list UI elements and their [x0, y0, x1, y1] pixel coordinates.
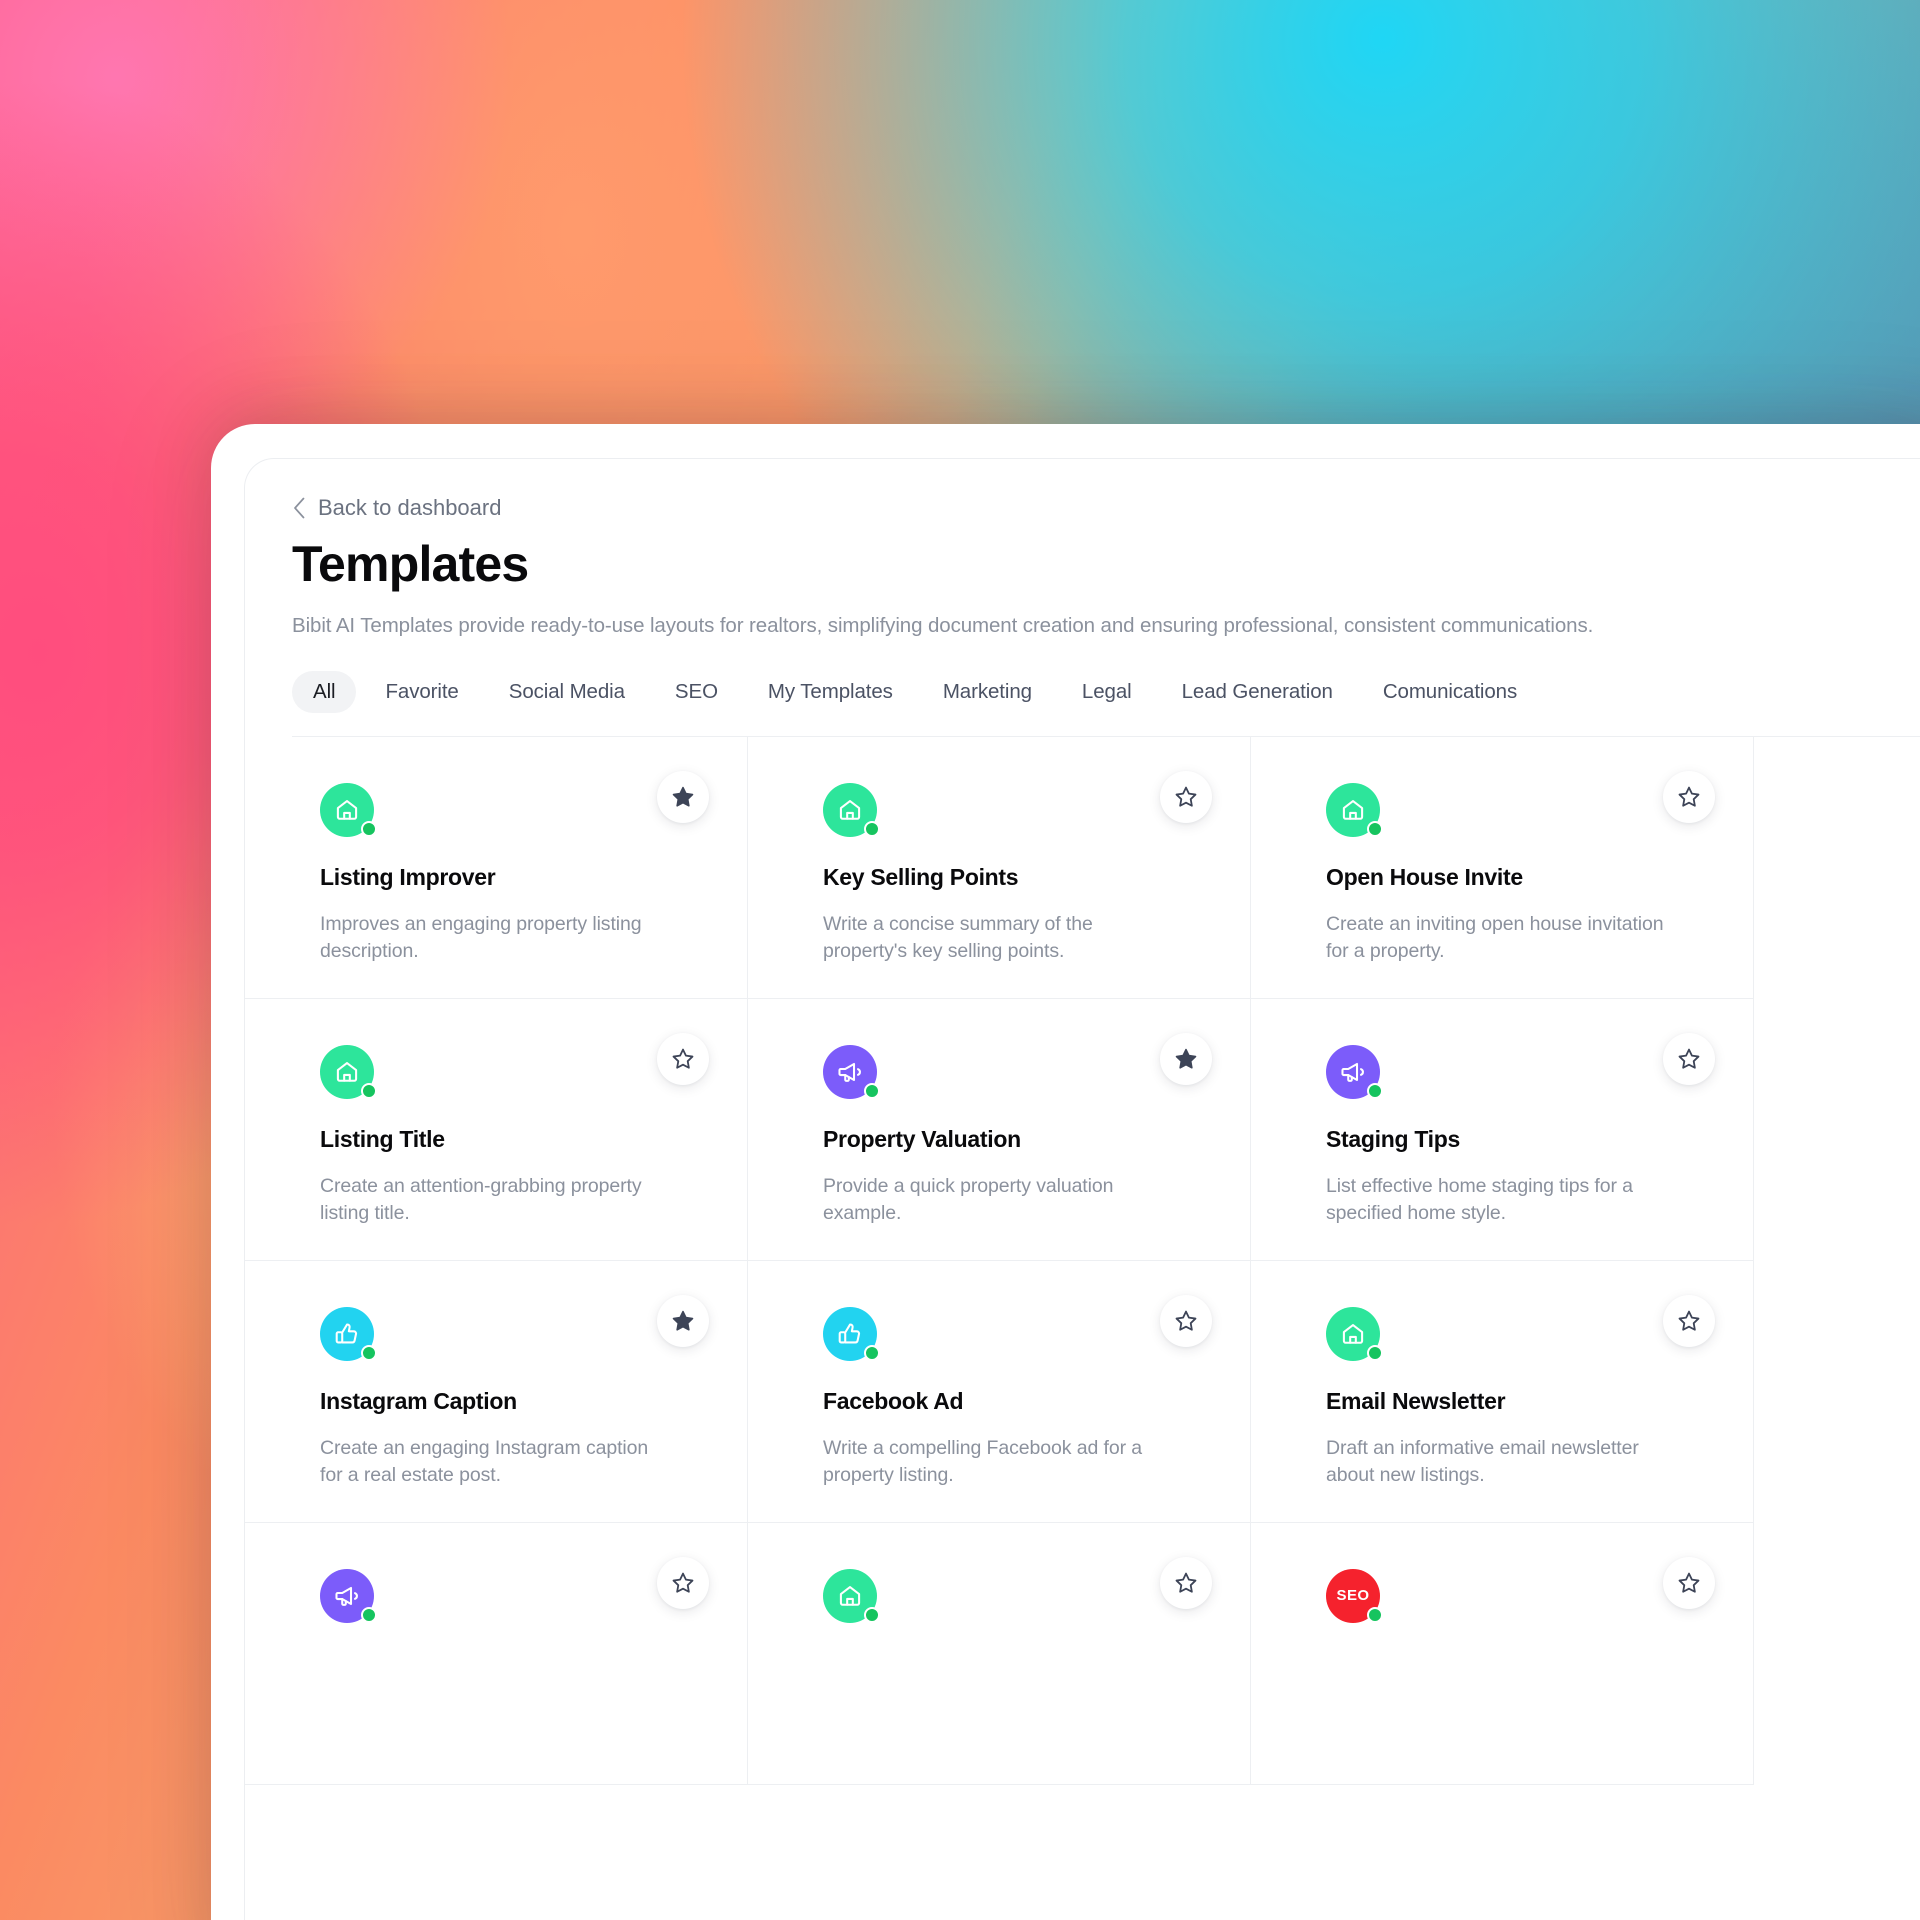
template-card[interactable]: Open House Invite Create an inviting open… [1251, 736, 1754, 999]
tab-lead-generation[interactable]: Lead Generation [1161, 671, 1354, 713]
template-title: Facebook Ad [823, 1387, 964, 1414]
tab-my-templates[interactable]: My Templates [747, 671, 914, 713]
favorite-star-outline-button[interactable] [1160, 770, 1212, 823]
template-icon-wrap [320, 782, 377, 837]
template-card[interactable]: Facebook Ad Write a compelling Facebook a… [748, 1260, 1251, 1523]
template-title: Instagram Caption [320, 1387, 517, 1414]
template-card[interactable]: Email Newsletter Draft an informative ema… [1251, 1260, 1754, 1523]
template-title: Staging Tips [1326, 1125, 1460, 1152]
template-card[interactable] [245, 1522, 748, 1785]
favorite-star-outline-button[interactable] [1160, 1556, 1212, 1609]
favorite-star-outline-button[interactable] [1160, 1294, 1212, 1347]
status-dot [1367, 1606, 1383, 1623]
template-icon-wrap [1326, 1044, 1383, 1099]
template-title: Listing Improver [320, 863, 496, 890]
template-icon-wrap [1326, 782, 1383, 837]
template-description: List effective home staging tips for a s… [1326, 1174, 1633, 1225]
status-dot [1367, 1344, 1383, 1361]
favorite-star-outline-button[interactable] [1663, 1032, 1715, 1085]
template-title: Open House Invite [1326, 863, 1523, 890]
template-icon-wrap [823, 1306, 880, 1361]
template-card[interactable]: Listing Improver Improves an engaging pro… [245, 736, 748, 999]
page-title: Templates [292, 536, 529, 592]
template-description: Write a compelling Facebook ad for a pro… [823, 1436, 1143, 1487]
template-card[interactable] [748, 1522, 1251, 1785]
template-description: Provide a quick property valuation examp… [823, 1174, 1114, 1225]
status-dot [361, 1344, 377, 1361]
template-description: Write a concise summary of the property'… [823, 912, 1093, 963]
favorite-star-outline-button[interactable] [657, 1032, 709, 1085]
favorite-star-outline-button[interactable] [657, 1556, 709, 1609]
template-title: Email Newsletter [1326, 1387, 1506, 1414]
template-icon-wrap: SEO [1326, 1568, 1383, 1623]
favorite-star-outline-button[interactable] [1663, 1294, 1715, 1347]
templates-grid: Listing Improver Improves an engaging pro… [245, 736, 1920, 1785]
template-icon-wrap [320, 1568, 377, 1623]
favorite-star-filled-button[interactable] [1160, 1032, 1212, 1085]
status-dot [361, 1606, 377, 1623]
template-description: Create an inviting open house invitation… [1326, 912, 1664, 963]
favorite-star-outline-button[interactable] [1663, 770, 1715, 823]
template-card[interactable]: Key Selling Points Write a concise summar… [748, 736, 1251, 999]
templates-panel: Back to dashboard Templates Bibit AI Tem… [244, 458, 1920, 1920]
status-dot [864, 1082, 880, 1099]
status-dot [864, 1344, 880, 1361]
tab-comunications[interactable]: Comunications [1362, 671, 1538, 713]
favorite-star-filled-button[interactable] [657, 770, 709, 823]
status-dot [1367, 1082, 1383, 1099]
tab-legal[interactable]: Legal [1061, 671, 1153, 713]
status-dot [864, 820, 880, 837]
status-dot [864, 1606, 880, 1623]
favorite-star-outline-button[interactable] [1663, 1556, 1715, 1609]
template-icon-wrap [823, 1044, 880, 1099]
template-icon-wrap [320, 1306, 377, 1361]
template-description: Create an attention-grabbing property li… [320, 1174, 642, 1225]
template-description: Create an engaging Instagram caption for… [320, 1436, 649, 1487]
template-title: Listing Title [320, 1125, 445, 1152]
back-to-dashboard-label: Back to dashboard [318, 495, 502, 520]
tab-marketing[interactable]: Marketing [922, 671, 1053, 713]
page-description: Bibit AI Templates provide ready-to-use … [292, 614, 1594, 637]
tab-social-media[interactable]: Social Media [488, 671, 646, 713]
template-card[interactable]: Listing Title Create an attention-grabbin… [245, 998, 748, 1261]
app-window: Back to dashboard Templates Bibit AI Tem… [211, 424, 1920, 1920]
template-card[interactable]: SEO [1251, 1522, 1754, 1785]
template-icon-wrap [1326, 1306, 1383, 1361]
template-icon-wrap [823, 1568, 880, 1623]
template-card[interactable]: Instagram Caption Create an engaging Inst… [245, 1260, 748, 1523]
status-dot [1367, 820, 1383, 837]
status-dot [361, 820, 377, 837]
template-icon-wrap [823, 782, 880, 837]
template-title: Key Selling Points [823, 863, 1019, 890]
template-card[interactable]: Property Valuation Provide a quick proper… [748, 998, 1251, 1261]
tab-all[interactable]: All [292, 670, 357, 713]
chevron-left-icon [292, 497, 306, 519]
template-card[interactable]: Staging Tips List effective home staging … [1251, 998, 1754, 1261]
template-description: Improves an engaging property listing de… [320, 912, 642, 963]
tab-seo[interactable]: SEO [654, 671, 739, 713]
page-header: Back to dashboard Templates Bibit AI Tem… [245, 459, 1920, 737]
template-title: Property Valuation [823, 1125, 1021, 1152]
favorite-star-filled-button[interactable] [657, 1294, 709, 1347]
template-icon-wrap [320, 1044, 377, 1099]
category-tabs: All Favorite Social Media SEO My Templates Ma… [292, 670, 1920, 737]
back-to-dashboard-link[interactable]: Back to dashboard [292, 497, 501, 519]
template-description: Draft an informative email newsletter ab… [1326, 1436, 1639, 1487]
status-dot [361, 1082, 377, 1099]
tab-favorite[interactable]: Favorite [364, 671, 479, 713]
